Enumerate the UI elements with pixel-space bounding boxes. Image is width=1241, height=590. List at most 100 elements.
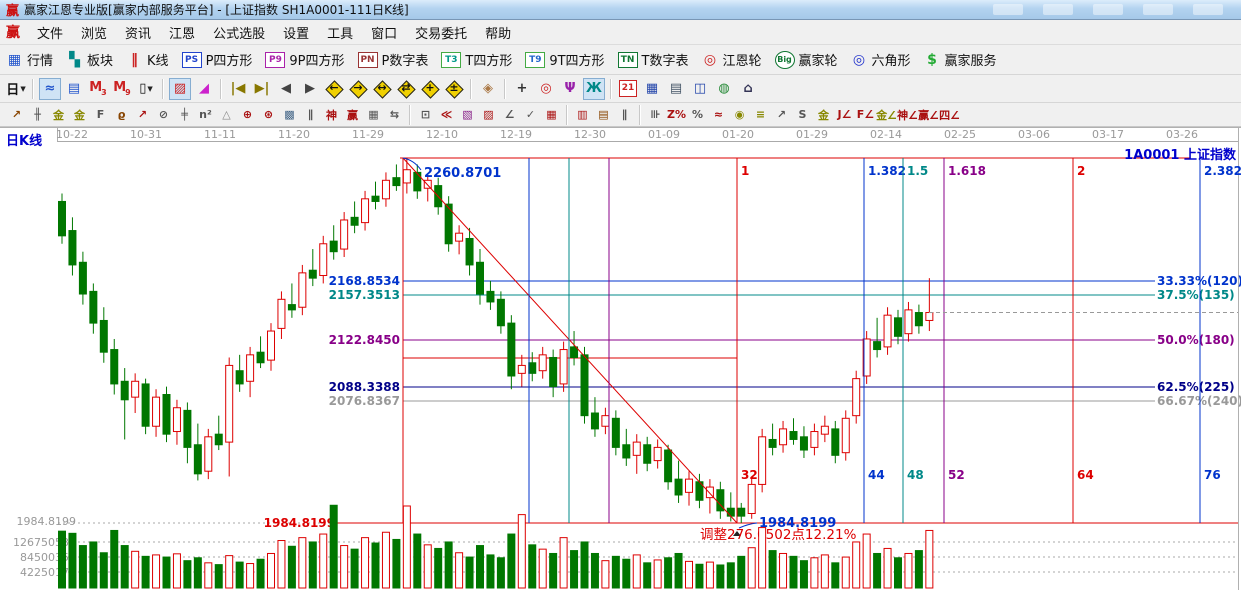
menu-item-9[interactable]: 帮助 — [476, 24, 520, 45]
toolbar-item-kline[interactable]: ‖K线 — [126, 50, 169, 69]
draw-tool-7[interactable]: ⊘ — [153, 105, 174, 124]
draw-tool-12[interactable]: ⊛ — [258, 105, 279, 124]
draw-tool-18[interactable]: ⇆ — [384, 105, 405, 124]
draw-tool-36[interactable]: ◉ — [729, 105, 750, 124]
diamond-compress-button[interactable]: ⇄ — [395, 78, 417, 100]
draw-tool-26[interactable]: ▦ — [541, 105, 562, 124]
draw-tool-17[interactable]: ▦ — [363, 105, 384, 124]
draw-tool-10[interactable]: △ — [216, 105, 237, 124]
menu-item-8[interactable]: 交易委托 — [406, 24, 476, 45]
menu-item-5[interactable]: 设置 — [274, 24, 318, 45]
draw-tool-8[interactable]: ╪ — [174, 105, 195, 124]
toolbar-item-p-number-table[interactable]: PNP数字表 — [358, 50, 429, 69]
first-bar-button[interactable]: |◀ — [227, 78, 249, 100]
color-rank-button[interactable]: ◢ — [193, 78, 215, 100]
draw-tool-20[interactable]: ⊡ — [415, 105, 436, 124]
toolbar-item-t9-square[interactable]: T99T四方形 — [525, 50, 604, 69]
zigzag-view-button[interactable]: ≈ — [39, 78, 61, 100]
candle-style-dropdown-button[interactable]: ▯▼ — [135, 78, 157, 100]
draw-tool-29[interactable]: ▤ — [593, 105, 614, 124]
period-day-dropdown-button[interactable]: 日▼ — [5, 78, 27, 100]
pattern-view-button[interactable]: ▨ — [169, 78, 191, 100]
toolbar-item-p9-square[interactable]: P99P四方形 — [265, 50, 344, 69]
draw-tool-33[interactable]: Z% — [666, 105, 687, 124]
draw-tool-14[interactable]: ∥ — [300, 105, 321, 124]
menu-item-0[interactable]: 文件 — [28, 24, 72, 45]
diamond-shift-right-button[interactable]: → — [347, 78, 369, 100]
draw-tool-2[interactable]: 金 — [48, 105, 69, 124]
draw-tool-5[interactable]: ϱ — [111, 105, 132, 124]
draw-tool-13[interactable]: ▩ — [279, 105, 300, 124]
menu-item-3[interactable]: 江恩 — [160, 24, 204, 45]
draw-tool-32[interactable]: ⊪ — [645, 105, 666, 124]
prev-bar-button[interactable]: ◀ — [275, 78, 297, 100]
gann-web-tool-button[interactable]: Ж — [583, 78, 605, 100]
draw-tool-34[interactable]: % — [687, 105, 708, 124]
draw-tool-9[interactable]: n² — [195, 105, 216, 124]
draw-tool-45[interactable]: 赢∠ — [918, 105, 939, 124]
pointer-off-button[interactable]: ◎ — [535, 78, 557, 100]
toolbar-item-t-number-table[interactable]: TNT数字表 — [618, 50, 689, 69]
kline-chart[interactable]: 10-2210-3111-1111-2011-2912-1012-1912-30… — [0, 127, 1241, 590]
menu-item-2[interactable]: 资讯 — [116, 24, 160, 45]
draw-tool-30[interactable]: ∥ — [614, 105, 635, 124]
toolbar-item-p-square[interactable]: PSP四方形 — [182, 50, 253, 69]
draw-tool-43[interactable]: 金∠ — [876, 105, 897, 124]
draw-tool-24[interactable]: ∠ — [499, 105, 520, 124]
draw-tool-25[interactable]: ✓ — [520, 105, 541, 124]
toolbar-item-sector-blocks[interactable]: ▚板块 — [66, 50, 113, 69]
menu-item-7[interactable]: 窗口 — [362, 24, 406, 45]
draw-tool-16[interactable]: 赢 — [342, 105, 363, 124]
draw-tool-4[interactable]: F — [90, 105, 111, 124]
hand-tool-button[interactable]: ◈ — [477, 78, 499, 100]
draw-tool-39[interactable]: S — [792, 105, 813, 124]
draw-tool-11[interactable]: ⊕ — [237, 105, 258, 124]
draw-tool-46[interactable]: 四∠ — [939, 105, 960, 124]
diamond-zoom-out-button[interactable]: ± — [443, 78, 465, 100]
toolbar-item-market-quotes[interactable]: ▦行情 — [6, 50, 53, 69]
toolbar-item-winner-wheel[interactable]: Big赢家轮 — [775, 50, 838, 69]
toolbar-item-winner-service[interactable]: $赢家服务 — [924, 50, 997, 69]
draw-tool-21[interactable]: ≪ — [436, 105, 457, 124]
next-bar-button[interactable]: ▶ — [299, 78, 321, 100]
save-button[interactable]: ◫ — [689, 78, 711, 100]
draw-tool-41[interactable]: J∠ — [834, 105, 855, 124]
draw-tool-38[interactable]: ↗ — [771, 105, 792, 124]
menu-item-1[interactable]: 浏览 — [72, 24, 116, 45]
info-view-button[interactable]: ▤ — [63, 78, 85, 100]
calculator-button[interactable]: ▦ — [641, 78, 663, 100]
crosshair-tool-button[interactable]: + — [511, 78, 533, 100]
network-button[interactable]: ◍ — [713, 78, 735, 100]
last-bar-button[interactable]: ▶| — [251, 78, 273, 100]
toolbar-item-hexagon[interactable]: ◎六角形 — [851, 50, 911, 69]
toolbar-item-gann-wheel[interactable]: ◎江恩轮 — [702, 50, 762, 69]
draw-tool-6[interactable]: ↗ — [132, 105, 153, 124]
draw-tool-1[interactable]: ╫ — [27, 105, 48, 124]
draw-tool-22[interactable]: ▧ — [457, 105, 478, 124]
calendar-21-button[interactable]: 21 — [617, 78, 639, 100]
menu-item-4[interactable]: 公式选股 — [204, 24, 274, 45]
toolbar-item-t-square[interactable]: T3T四方形 — [441, 50, 512, 69]
draw-tool-44[interactable]: 神∠ — [897, 105, 918, 124]
menu-item-6[interactable]: 工具 — [318, 24, 362, 45]
volume-bar — [926, 530, 933, 588]
draw-tool-28[interactable]: ▥ — [572, 105, 593, 124]
draw-tool-40[interactable]: 金 — [813, 105, 834, 124]
draw-tool-0[interactable]: ↗ — [6, 105, 27, 124]
wave-9-button[interactable]: M9 — [111, 78, 133, 100]
diamond-expand-button[interactable]: ↔ — [371, 78, 393, 100]
notes-button[interactable]: ▤ — [665, 78, 687, 100]
draw-tool-37[interactable]: ≡ — [750, 105, 771, 124]
draw-tool-23[interactable]: ▨ — [478, 105, 499, 124]
wave-3-button[interactable]: M3 — [87, 78, 109, 100]
chart-area[interactable]: 10-2210-3111-1111-2011-2912-1012-1912-30… — [0, 127, 1241, 590]
workstation-button[interactable]: ⌂ — [737, 78, 759, 100]
draw-tool-3[interactable]: 金 — [69, 105, 90, 124]
toolbar-separator — [470, 79, 472, 99]
draw-tool-15[interactable]: 神 — [321, 105, 342, 124]
draw-tool-35[interactable]: ≈ — [708, 105, 729, 124]
draw-tool-42[interactable]: F∠ — [855, 105, 876, 124]
diamond-shift-left-button[interactable]: ← — [323, 78, 345, 100]
diamond-zoom-in-button[interactable]: + — [419, 78, 441, 100]
ribbon-tool-button[interactable]: Ψ — [559, 78, 581, 100]
